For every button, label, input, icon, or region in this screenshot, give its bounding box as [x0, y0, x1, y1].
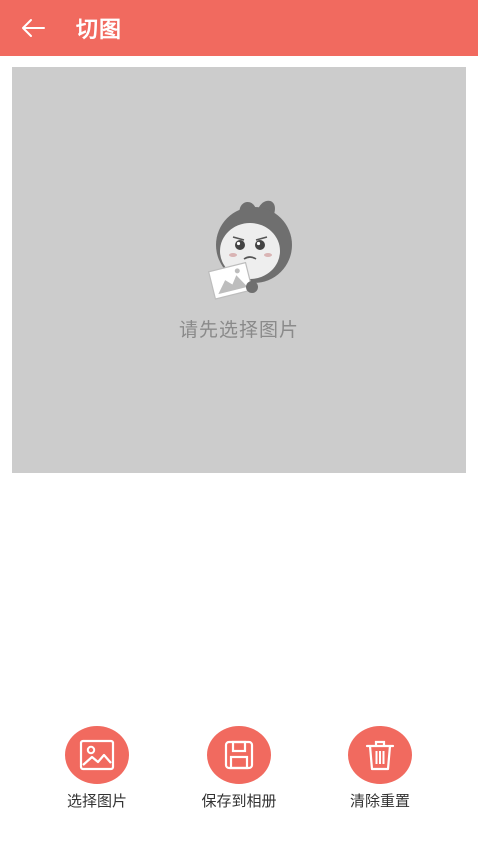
placeholder-text: 请先选择图片 [178, 319, 299, 341]
save-to-album-button[interactable]: 保存到相册 [169, 726, 309, 811]
save-to-album-label: 保存到相册 [201, 792, 277, 810]
save-icon [224, 740, 254, 770]
select-image-label: 选择图片 [66, 792, 127, 810]
image-icon [79, 739, 115, 771]
back-button[interactable] [0, 0, 68, 56]
select-image-button[interactable]: 选择图片 [27, 726, 167, 811]
arrow-left-icon [22, 19, 45, 37]
top-bar: 切图 [0, 0, 478, 56]
image-preview-area[interactable]: 请先选择图片 [12, 67, 466, 473]
clear-reset-label: 清除重置 [349, 792, 410, 810]
bottom-action-bar: 选择图片 保存到相册 清除重置 [0, 726, 478, 816]
trash-icon [365, 740, 395, 771]
clear-reset-button[interactable]: 清除重置 [310, 726, 450, 811]
save-to-album-circle[interactable] [207, 726, 271, 784]
clear-reset-circle[interactable] [348, 726, 412, 784]
select-image-circle[interactable] [65, 726, 129, 784]
app-window: 切图 请先选择图片 选择图片 保存到相册 清除重置 [0, 0, 478, 850]
mascot-holding-picture-icon [207, 200, 292, 300]
page-title: 切图 [76, 18, 123, 43]
